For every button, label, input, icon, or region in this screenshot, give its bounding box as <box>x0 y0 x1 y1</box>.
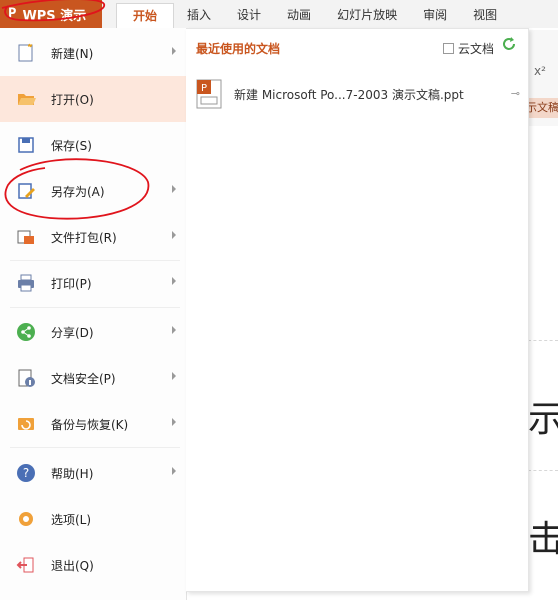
menu-item-label: 打印(P) <box>51 276 92 291</box>
gear-icon <box>15 508 37 530</box>
menu-item-backup[interactable]: 备份与恢复(K) <box>0 401 186 447</box>
recent-documents-panel: 最近使用的文档 云文档 P 新建 Microsoft Po...7-2003 演… <box>186 28 529 592</box>
recent-documents-title: 最近使用的文档 <box>196 42 281 56</box>
menu-item-label: 打开(O) <box>51 92 94 107</box>
help-icon: ? <box>15 462 37 484</box>
chevron-right-icon <box>172 372 176 380</box>
menu-item-package[interactable]: 文件打包(R) <box>0 214 186 260</box>
chevron-right-icon <box>172 418 176 426</box>
slide-guide-line <box>528 340 558 341</box>
save-icon <box>15 134 37 156</box>
tab-slideshow[interactable]: 幻灯片放映 <box>324 3 410 28</box>
slide-text: 击 <box>528 519 558 560</box>
menu-item-save[interactable]: 保存(S) <box>0 122 186 168</box>
recent-file-item[interactable]: P 新建 Microsoft Po...7-2003 演示文稿.ppt ⊸ <box>196 77 526 111</box>
cloud-docs-toggle[interactable]: 云文档 <box>442 40 494 57</box>
menu-item-new[interactable]: 新建(N) <box>0 30 186 76</box>
refresh-icon[interactable] <box>500 35 518 56</box>
menu-item-label: 文件打包(R) <box>51 230 117 245</box>
ppt-file-icon: P <box>196 79 222 109</box>
chevron-right-icon <box>172 185 176 193</box>
tab-home[interactable]: 开始 <box>116 3 175 29</box>
menu-item-print[interactable]: 打印(P) <box>0 260 186 306</box>
file-menu: 新建(N) 打开(O) 保存(S) 另存为(A) 文件打包(R) 打印(P) 分… <box>0 28 187 600</box>
exit-icon <box>15 554 37 576</box>
menu-divider <box>10 447 180 448</box>
chevron-right-icon <box>172 467 176 475</box>
chevron-right-icon <box>172 231 176 239</box>
menu-item-label: 帮助(H) <box>51 466 94 481</box>
menu-item-exit[interactable]: 退出(Q) <box>0 542 186 588</box>
title-bar: P WPS 演示 开始 插入 设计 动画 幻灯片放映 审阅 视图 <box>0 0 558 29</box>
menu-item-label: 新建(N) <box>51 46 94 61</box>
tab-design[interactable]: 设计 <box>224 3 274 28</box>
document-tab[interactable]: 示文稿 <box>526 98 558 118</box>
tab-animation[interactable]: 动画 <box>274 3 324 28</box>
package-icon <box>15 226 37 248</box>
chevron-right-icon <box>172 326 176 334</box>
menu-item-label: 保存(S) <box>51 138 92 153</box>
menu-item-save-as[interactable]: 另存为(A) <box>0 168 186 214</box>
menu-item-help[interactable]: ? 帮助(H) <box>0 450 186 496</box>
menu-divider <box>10 307 180 308</box>
menu-item-options[interactable]: 选项(L) <box>0 496 186 542</box>
superscript-icon[interactable]: x² <box>534 64 546 78</box>
doc-security-icon <box>15 367 37 389</box>
menu-item-label: 另存为(A) <box>51 184 105 199</box>
svg-text:P: P <box>201 83 207 94</box>
chevron-right-icon <box>172 47 176 55</box>
menu-item-label: 选项(L) <box>51 512 92 527</box>
menu-item-open[interactable]: 打开(O) <box>0 76 186 122</box>
folder-open-icon <box>15 88 37 110</box>
menu-item-label: 备份与恢复(K) <box>51 417 129 432</box>
chevron-right-icon <box>172 277 176 285</box>
tab-insert[interactable]: 插入 <box>174 3 224 28</box>
recent-file-name: 新建 Microsoft Po...7-2003 演示文稿.ppt <box>234 87 464 102</box>
tab-review[interactable]: 审阅 <box>410 3 460 28</box>
menu-item-label: 退出(Q) <box>51 558 94 573</box>
svg-text:?: ? <box>23 466 29 480</box>
menu-item-share[interactable]: 分享(D) <box>0 309 186 355</box>
ribbon-tabs: 开始 插入 设计 动画 幻灯片放映 审阅 视图 <box>116 3 510 29</box>
slide-text: 示 <box>528 399 558 440</box>
new-doc-icon <box>15 42 37 64</box>
pin-icon[interactable]: ⊸ <box>511 87 520 100</box>
menu-item-security[interactable]: 文档安全(P) <box>0 355 186 401</box>
tab-view[interactable]: 视图 <box>460 3 510 28</box>
printer-icon <box>15 272 37 294</box>
backup-icon <box>15 413 37 435</box>
menu-item-label: 文档安全(P) <box>51 371 116 386</box>
app-title: WPS 演示 <box>22 8 87 24</box>
app-menu-button[interactable]: P WPS 演示 <box>0 0 102 28</box>
cloud-docs-label: 云文档 <box>457 42 494 56</box>
slide-guide-line <box>528 470 558 471</box>
wps-logo-icon: P <box>8 6 17 22</box>
save-as-icon <box>15 180 37 202</box>
share-icon <box>15 321 37 343</box>
cloud-docs-checkbox[interactable] <box>442 43 454 54</box>
menu-item-label: 分享(D) <box>51 325 94 340</box>
